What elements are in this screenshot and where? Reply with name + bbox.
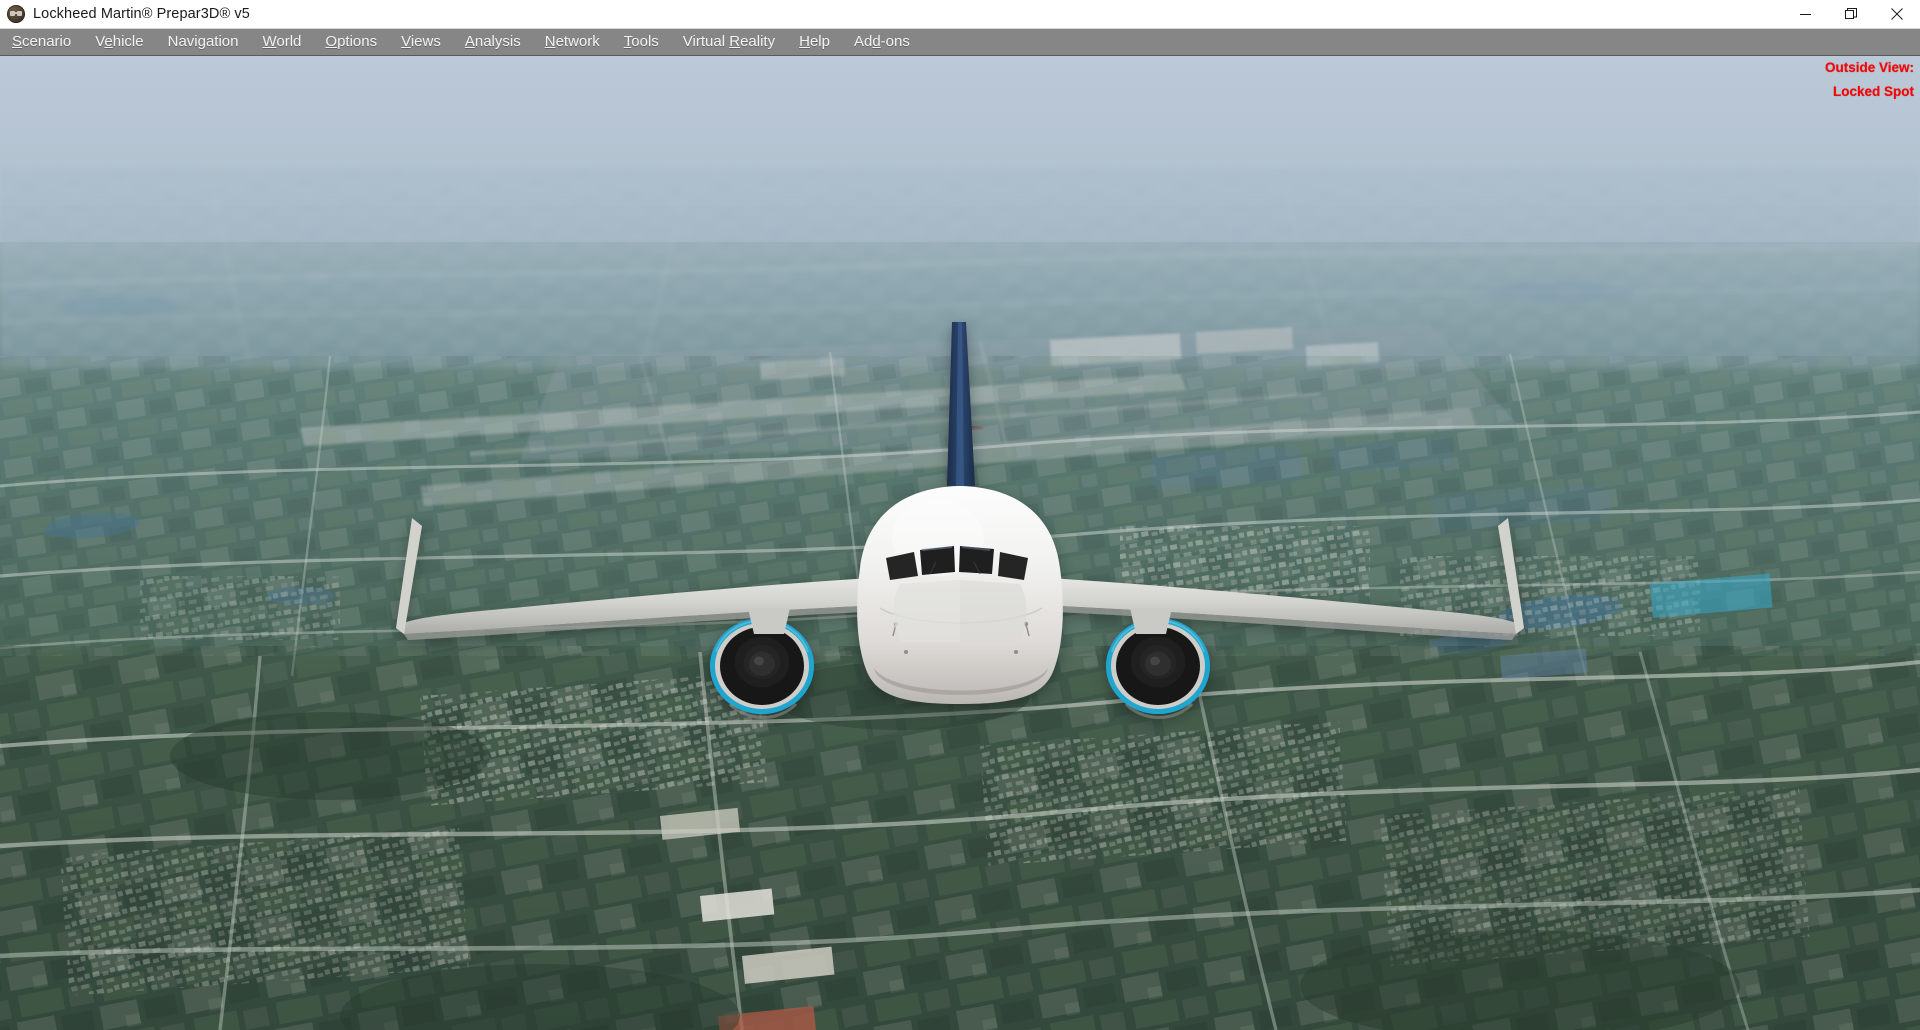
menu-item-network[interactable]: Network [533,29,612,55]
menu-item-options[interactable]: Options [313,29,389,55]
menu-accelerator: R [729,33,741,50]
menu-accelerator: V [401,33,411,50]
menu-item-analysis[interactable]: Analysis [453,29,533,55]
close-icon[interactable] [1874,0,1920,29]
menu-accelerator: e [104,33,113,50]
menu-item-world[interactable]: World [251,29,314,55]
menu-item-virtual-reality[interactable]: Virtual Reality [671,29,787,55]
menu-item-help[interactable]: Help [787,29,842,55]
title-bar: Lockheed Martin® Prepar3D® v5 [0,0,1920,29]
restore-icon[interactable] [1828,0,1874,29]
menu-item-views[interactable]: Views [389,29,453,55]
menu-accelerator: W [262,33,277,50]
app-icon-goggle-right [17,11,22,16]
menu-accelerator: N [544,33,556,50]
menu-item-vehicle[interactable]: Vehicle [83,29,155,55]
menu-accelerator: S [12,33,23,50]
window-controls [1782,0,1920,29]
title-bar-left: Lockheed Martin® Prepar3D® v5 [0,5,250,23]
menu-item-tools[interactable]: Tools [612,29,671,55]
window-title: Lockheed Martin® Prepar3D® v5 [33,6,250,22]
app-icon-bridge [15,12,17,14]
menu-item-scenario[interactable]: Scenario [0,29,83,55]
prepar3d-app-icon [7,5,25,23]
prepar3d-window: Lockheed Martin® Prepar3D® v5 Scenario Ve [0,0,1920,1030]
simulation-viewport[interactable] [0,56,1920,1030]
minimize-icon[interactable] [1782,0,1828,29]
menu-accelerator: H [799,33,810,50]
menu-bar: Scenario Vehicle Navigation World Options Vie… [0,29,1920,56]
menu-accelerator: d [872,33,881,50]
menu-accelerator: A [464,33,475,50]
menu-item-navigation[interactable]: Navigation [156,29,251,55]
menu-accelerator: T [623,33,632,50]
scene-render [0,56,1920,1030]
menu-accelerator: g [197,33,206,50]
menu-accelerator: O [325,33,338,50]
menu-item-add-ons[interactable]: Add-ons [842,29,922,55]
